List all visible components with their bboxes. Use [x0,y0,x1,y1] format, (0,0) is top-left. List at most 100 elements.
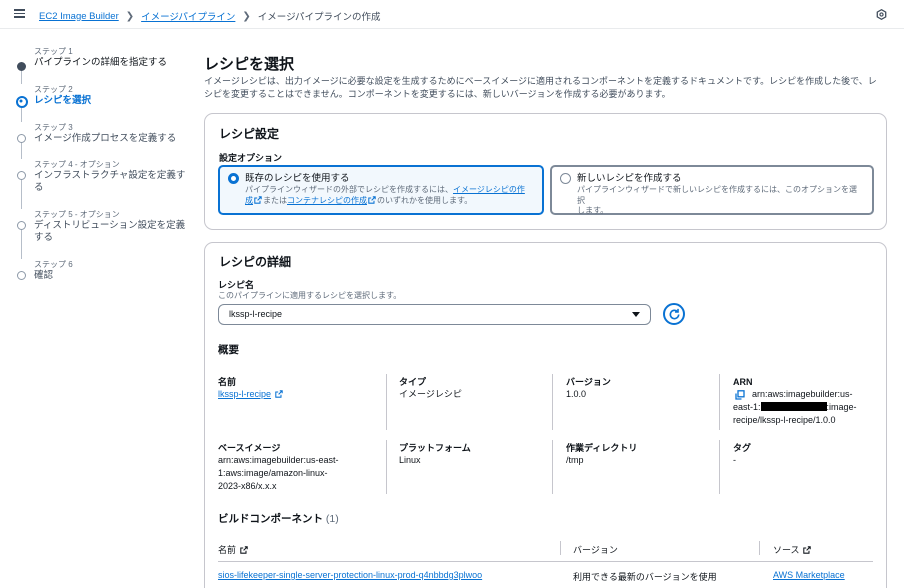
step-number: ステップ 6 [34,260,73,269]
settings-hexagon-icon[interactable] [876,9,887,20]
column-divider [560,541,561,555]
component-version: 利用できる最新のバージョンを使用 [573,572,717,582]
column-header-label: 名前 [218,545,237,555]
step-status-icon [17,271,26,280]
recipe-name-link[interactable]: lkssp-l-recipe [218,389,271,399]
summary-working-directory-label: 作業ディレクトリ [566,443,638,453]
table-header-divider [218,561,873,562]
summary-name: 名前 lkssp-l-recipe [218,376,284,401]
option-title: 新しいレシピを作成する [577,173,682,184]
base-image-text: 2023-x86/x.x.x [218,481,277,491]
summary-arn-label: ARN [733,377,753,387]
step-connector [21,142,22,159]
external-link-icon [368,195,376,204]
arn-text: arn:aws:imagebuilder:us- [752,389,853,399]
divider [552,440,553,494]
column-header-source: ソース [773,543,812,556]
radio-selected[interactable] [228,173,239,184]
divider [552,374,553,430]
summary-heading: 概要 [218,344,239,356]
existing-recipe-option[interactable]: 既存のレシピを使用する パイプラインウィザードの外部でレシピを作成するには、イメ… [218,165,544,215]
summary-platform-value: Linux [399,455,421,465]
create-image-recipe-link[interactable]: イメージレシピの作 [453,185,525,194]
summary-working-directory-value: /tmp [566,455,584,465]
recipe-name-description: このパイプラインに適用するレシピを選択します。 [218,291,402,300]
step-title: 確認 [34,270,54,281]
summary-tags-value: - [733,455,736,465]
component-source-link[interactable]: AWS Marketplace [773,570,845,580]
option-description-text: のいずれかを使用します。 [377,195,473,205]
component-source: AWS Marketplace [773,570,845,580]
create-container-recipe-link[interactable]: コンテナレシピの作成 [287,196,367,205]
build-components-title: ビルドコンポーネント [218,513,323,525]
step-1[interactable]: ステップ 1 パイプラインの詳細を指定する [16,46,191,84]
step-2[interactable]: ステップ 2 レシピを選択 [16,84,191,122]
step-title: パイプラインの詳細を指定する [34,57,168,68]
step-title: イメージ作成プロセスを定義する [34,133,177,144]
divider [386,440,387,494]
option-description-text: します。 [577,206,609,215]
step-title-continued: する [34,232,54,243]
summary-platform-label: プラットフォーム [399,443,471,453]
summary-arn-value: arn:aws:imagebuilder:us- [733,388,873,401]
divider [719,374,720,430]
summary-version: バージョン 1.0.0 [566,376,611,401]
summary-tags-label: タグ [733,443,752,453]
step-connector [21,229,22,259]
panel-title: レシピ設定 [219,127,280,141]
recipe-select[interactable]: lkssp-l-recipe [218,304,651,325]
summary-name-label: 名前 [218,377,237,387]
arn-text: east-1: [733,402,761,412]
summary-type-value: イメージレシピ [399,389,462,399]
breadcrumb: EC2 Image Builder ❯ イメージパイプライン ❯ イメージパイプ… [39,9,381,24]
step-4[interactable]: ステップ 4 - オプション インフラストラクチャ設定を定義す る [16,159,191,209]
step-number: ステップ 2 [34,85,73,94]
breadcrumb-image-pipelines[interactable]: イメージパイプライン [141,9,235,23]
menu-icon[interactable] [14,9,25,18]
step-status-icon [17,62,26,71]
external-link-icon [274,390,283,398]
table-row: sios-lifekeeper-single-server-protection… [218,570,482,580]
step-title: レシピを選択 [34,95,92,106]
panel-title: レシピの詳細 [219,255,292,269]
recipe-select-value: lkssp-l-recipe [229,309,283,319]
option-label: 設定オプション [219,153,283,163]
breadcrumb-ec2-image-builder[interactable]: EC2 Image Builder [39,11,119,22]
divider [386,374,387,430]
caret-down-icon [632,312,640,317]
step-3[interactable]: ステップ 3 イメージ作成プロセスを定義する [16,122,191,159]
step-number: ステップ 3 [34,123,73,132]
component-name-link[interactable]: sios-lifekeeper-single-server-protection… [218,570,482,580]
option-description-text: または [263,195,287,205]
column-header-name: 名前 [218,543,249,556]
step-connector [21,179,22,209]
base-image-text: 1:aws:image/amazon-linux- [218,468,328,478]
summary-tags: タグ - [733,442,751,467]
external-link-icon [254,195,262,204]
step-number: ステップ 1 [34,47,73,56]
breadcrumb-current: イメージパイプラインの作成 [257,12,381,23]
chevron-right-icon: ❯ [242,10,251,22]
summary-version-label: バージョン [566,377,611,387]
arn-text-line2: east-1::image- [733,401,873,414]
page-title: レシピを選択 [204,56,295,73]
step-number: ステップ 4 - オプション [34,160,120,169]
column-header-label: ソース [773,545,800,555]
new-recipe-option[interactable]: 新しいレシピを作成する パイプラインウィザードで新しいレシピを作成するには、この… [550,165,874,215]
option-description-text: パイプラインウィザードで新しいレシピを作成するには、このオプションを選択 [577,185,857,205]
summary-type-label: タイプ [399,377,427,387]
summary-platform: プラットフォーム Linux [399,442,471,467]
option-description: パイプラインウィザードで新しいレシピを作成するには、このオプションを選択 します。 [577,185,864,217]
summary-base-image: ベースイメージ arn:aws:imagebuilder:us-east- 1:… [218,442,339,493]
step-status-icon [17,134,26,143]
copy-icon[interactable] [735,390,745,400]
step-6[interactable]: ステップ 6 確認 [16,259,191,283]
step-5[interactable]: ステップ 5 - オプション ディストリビューション設定を定義 する [16,209,191,259]
divider [719,440,720,494]
refresh-button[interactable] [663,303,685,325]
option-description-text: パイプラインウィザードの外部でレシピを作成するには、 [245,185,453,194]
create-image-recipe-link-cont[interactable]: 成 [245,196,253,205]
base-image-text: arn:aws:imagebuilder:us-east- [218,455,339,465]
summary-version-value: 1.0.0 [566,389,587,399]
radio-unselected[interactable] [560,173,571,184]
